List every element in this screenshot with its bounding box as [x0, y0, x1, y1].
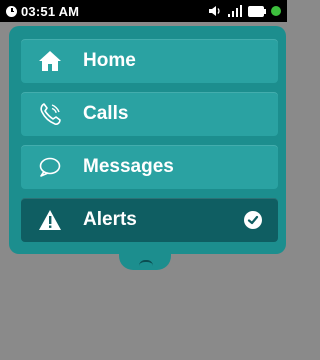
menu-item-calls[interactable]: Calls — [21, 92, 278, 136]
status-time: 03:51 AM — [21, 3, 80, 19]
signal-icon — [228, 5, 242, 17]
status-left: 03:51 AM — [6, 4, 79, 19]
menu-item-label: Alerts — [83, 209, 137, 230]
status-right — [208, 5, 281, 17]
battery-icon — [248, 5, 266, 17]
menu-item-home[interactable]: Home — [21, 39, 278, 83]
menu-item-alerts[interactable]: Alerts — [21, 198, 278, 242]
checkmark-icon — [244, 211, 262, 229]
clock-icon — [6, 5, 17, 17]
handle-icon — [139, 260, 153, 266]
status-bar: 03:51 AM — [0, 0, 287, 22]
chat-bubble-icon — [37, 155, 63, 179]
menu-panel: Home Calls Messages Alerts — [9, 26, 286, 254]
menu-item-label: Calls — [83, 103, 129, 124]
menu-item-label: Messages — [83, 156, 174, 177]
status-dot — [271, 6, 281, 16]
speaker-icon — [209, 6, 220, 16]
warning-icon — [37, 208, 63, 232]
home-icon — [37, 49, 63, 73]
menu-item-label: Home — [83, 50, 136, 71]
menu-item-messages[interactable]: Messages — [21, 145, 278, 189]
phone-icon — [37, 102, 63, 126]
